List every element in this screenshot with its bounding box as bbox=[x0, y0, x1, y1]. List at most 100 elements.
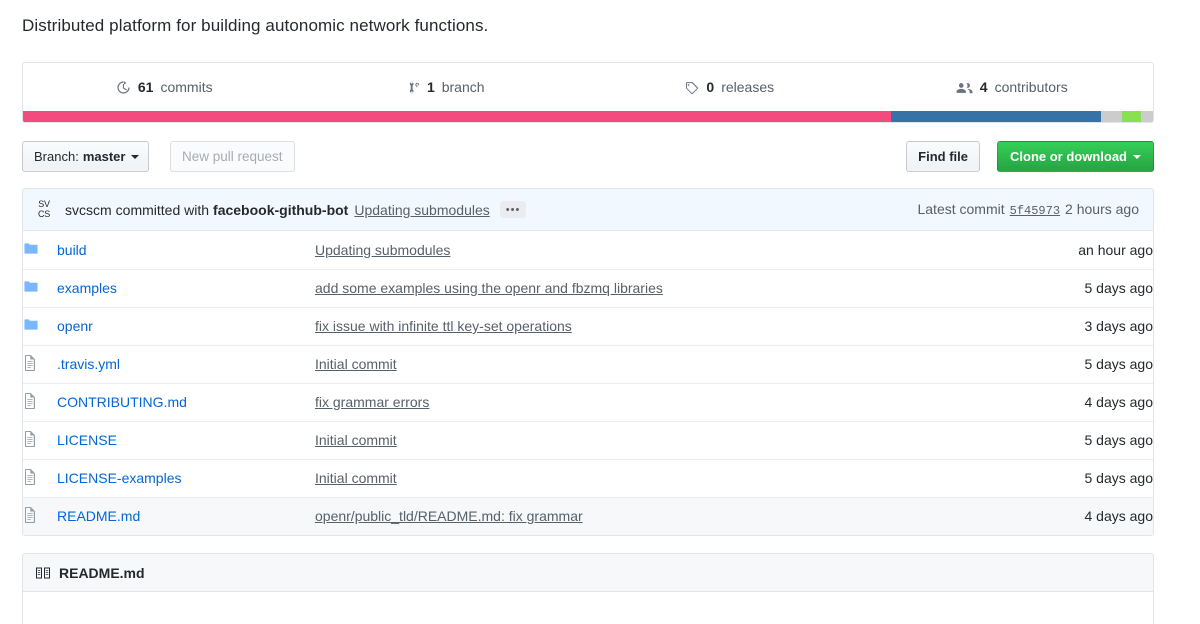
releases-link[interactable]: 0 releases bbox=[684, 78, 774, 96]
book-icon bbox=[35, 565, 51, 581]
commit-sha-link[interactable]: 5f45973 bbox=[1010, 204, 1060, 218]
readme-body bbox=[23, 592, 1153, 624]
commit-age: 3 days ago bbox=[1084, 318, 1154, 334]
chevron-down-icon bbox=[1133, 154, 1141, 159]
file-name-link[interactable]: LICENSE bbox=[57, 432, 117, 448]
commit-message-link[interactable]: Updating submodules bbox=[354, 202, 489, 218]
chevron-down-icon bbox=[131, 154, 140, 159]
git-branch-icon bbox=[409, 80, 420, 95]
table-row[interactable]: README.md openr/public_tld/README.md: fix… bbox=[23, 497, 1153, 535]
commits-count: 61 bbox=[137, 79, 154, 95]
latest-commit-bar: SV CS svcscm committed with facebook-git… bbox=[23, 189, 1153, 231]
folder-icon bbox=[23, 317, 39, 332]
file-name-link[interactable]: build bbox=[57, 242, 87, 258]
contributors-link[interactable]: 4 contributors bbox=[956, 78, 1068, 96]
latest-commit-meta: Latest commit 5f45973 2 hours ago bbox=[917, 201, 1143, 218]
table-row[interactable]: CONTRIBUTING.md fix grammar errors 4 days … bbox=[23, 383, 1153, 421]
file-name-link[interactable]: openr bbox=[57, 318, 93, 334]
branches-label: branch bbox=[441, 79, 485, 95]
commit-age: 5 days ago bbox=[1084, 280, 1154, 296]
contributors-count: 4 bbox=[979, 79, 988, 95]
readme-header: README.md bbox=[23, 554, 1153, 592]
commit-message-link[interactable]: add some examples using the openr and fb… bbox=[315, 280, 663, 296]
language-segment-1 bbox=[890, 111, 1101, 122]
branch-prefix-label: Branch: bbox=[34, 148, 79, 164]
tag-icon bbox=[684, 80, 699, 95]
avatar-line-2: CS bbox=[38, 208, 50, 219]
commit-age: 4 days ago bbox=[1084, 508, 1154, 525]
clone-or-download-label: Clone or download bbox=[1010, 148, 1127, 164]
commit-age: 5 days ago bbox=[1084, 470, 1154, 486]
stat-contributors[interactable]: 4 contributors bbox=[871, 63, 1154, 111]
folder-icon bbox=[23, 279, 39, 294]
find-file-button[interactable]: Find file bbox=[906, 141, 980, 172]
repository-description: Distributed platform for building autono… bbox=[22, 16, 489, 35]
language-segment-0 bbox=[23, 111, 891, 122]
language-segment-2 bbox=[1101, 111, 1123, 122]
file-list-box: SV CS svcscm committed with facebook-git… bbox=[22, 188, 1154, 536]
repository-overview-box: 61 commits 1 branch 0 releases 4 contrib… bbox=[22, 62, 1154, 123]
commit-message-link[interactable]: Initial commit bbox=[315, 356, 397, 372]
commit-message-link[interactable]: fix issue with infinite ttl key-set oper… bbox=[315, 318, 572, 334]
language-segment-3 bbox=[1122, 111, 1141, 122]
file-icon bbox=[23, 468, 37, 485]
commit-message-link[interactable]: Initial commit bbox=[315, 470, 397, 486]
table-row[interactable]: .travis.yml Initial commit 5 days ago bbox=[23, 345, 1153, 383]
commit-age: an hour ago bbox=[1078, 241, 1153, 258]
language-bar bbox=[23, 111, 1153, 122]
table-row[interactable]: build Updating submodules an hour ago bbox=[23, 231, 1153, 269]
new-pull-request-button[interactable]: New pull request bbox=[170, 141, 295, 172]
commits-link[interactable]: 61 commits bbox=[116, 78, 213, 96]
file-navigation-toolbar: Branch: master New pull request Find fil… bbox=[22, 141, 1154, 173]
releases-label: releases bbox=[721, 79, 775, 95]
commit-age: 5 days ago bbox=[1084, 432, 1154, 448]
history-icon bbox=[116, 80, 131, 95]
avatar: SV CS bbox=[33, 198, 55, 221]
table-row[interactable]: LICENSE-examples Initial commit 5 days ago bbox=[23, 459, 1153, 497]
file-name-link[interactable]: LICENSE-examples bbox=[57, 470, 182, 486]
file-name-link[interactable]: README.md bbox=[57, 508, 140, 524]
readme-title: README.md bbox=[59, 564, 145, 581]
readme-box: README.md bbox=[22, 553, 1154, 624]
files-table: build Updating submodules an hour ago examp… bbox=[23, 231, 1153, 535]
file-icon bbox=[23, 430, 37, 447]
language-segment-4 bbox=[1140, 111, 1153, 122]
latest-commit-age: 2 hours ago bbox=[1065, 201, 1139, 217]
commit-message-link[interactable]: fix grammar errors bbox=[315, 394, 429, 410]
commit-bot-link[interactable]: facebook-github-bot bbox=[213, 202, 348, 218]
branch-name-label: master bbox=[82, 148, 126, 164]
repository-page: Distributed platform for building autono… bbox=[0, 0, 1200, 624]
commit-author-link[interactable]: svcscm bbox=[65, 202, 112, 218]
branches-count: 1 bbox=[426, 79, 435, 95]
table-row[interactable]: LICENSE Initial commit 5 days ago bbox=[23, 421, 1153, 459]
numbers-summary-list: 61 commits 1 branch 0 releases 4 contrib… bbox=[23, 63, 1153, 111]
contributors-label: contributors bbox=[994, 79, 1068, 95]
file-icon bbox=[23, 354, 37, 371]
commit-expand-button[interactable]: ••• bbox=[499, 201, 527, 218]
latest-commit-label: Latest commit bbox=[917, 201, 1005, 217]
folder-icon bbox=[23, 241, 39, 256]
table-row[interactable]: examples add some examples using the open… bbox=[23, 269, 1153, 307]
releases-count: 0 bbox=[706, 79, 715, 95]
file-icon bbox=[23, 506, 37, 523]
commit-message-link[interactable]: Updating submodules bbox=[315, 242, 450, 258]
commit-age: 4 days ago bbox=[1084, 394, 1154, 410]
table-row[interactable]: openr fix issue with infinite ttl key-set… bbox=[23, 307, 1153, 345]
branches-link[interactable]: 1 branch bbox=[409, 78, 485, 96]
stat-commits[interactable]: 61 commits bbox=[23, 63, 306, 111]
people-icon bbox=[956, 80, 973, 95]
commit-age: 5 days ago bbox=[1084, 356, 1154, 372]
find-file-label: Find file bbox=[918, 148, 968, 164]
stat-releases[interactable]: 0 releases bbox=[588, 63, 871, 111]
branch-select-button[interactable]: Branch: master bbox=[22, 141, 150, 172]
commit-message-link[interactable]: Initial commit bbox=[315, 432, 397, 448]
avatar-line-1: SV bbox=[38, 198, 50, 209]
file-name-link[interactable]: CONTRIBUTING.md bbox=[57, 394, 187, 410]
file-name-link[interactable]: examples bbox=[57, 280, 117, 296]
new-pull-request-label: New pull request bbox=[182, 148, 283, 164]
commit-message-link[interactable]: openr/public_tld/README.md: fix grammar bbox=[315, 508, 583, 524]
clone-or-download-button[interactable]: Clone or download bbox=[997, 141, 1154, 172]
stat-branches[interactable]: 1 branch bbox=[306, 63, 589, 111]
file-name-link[interactable]: .travis.yml bbox=[57, 356, 120, 372]
committed-with-label: committed with bbox=[115, 201, 210, 218]
